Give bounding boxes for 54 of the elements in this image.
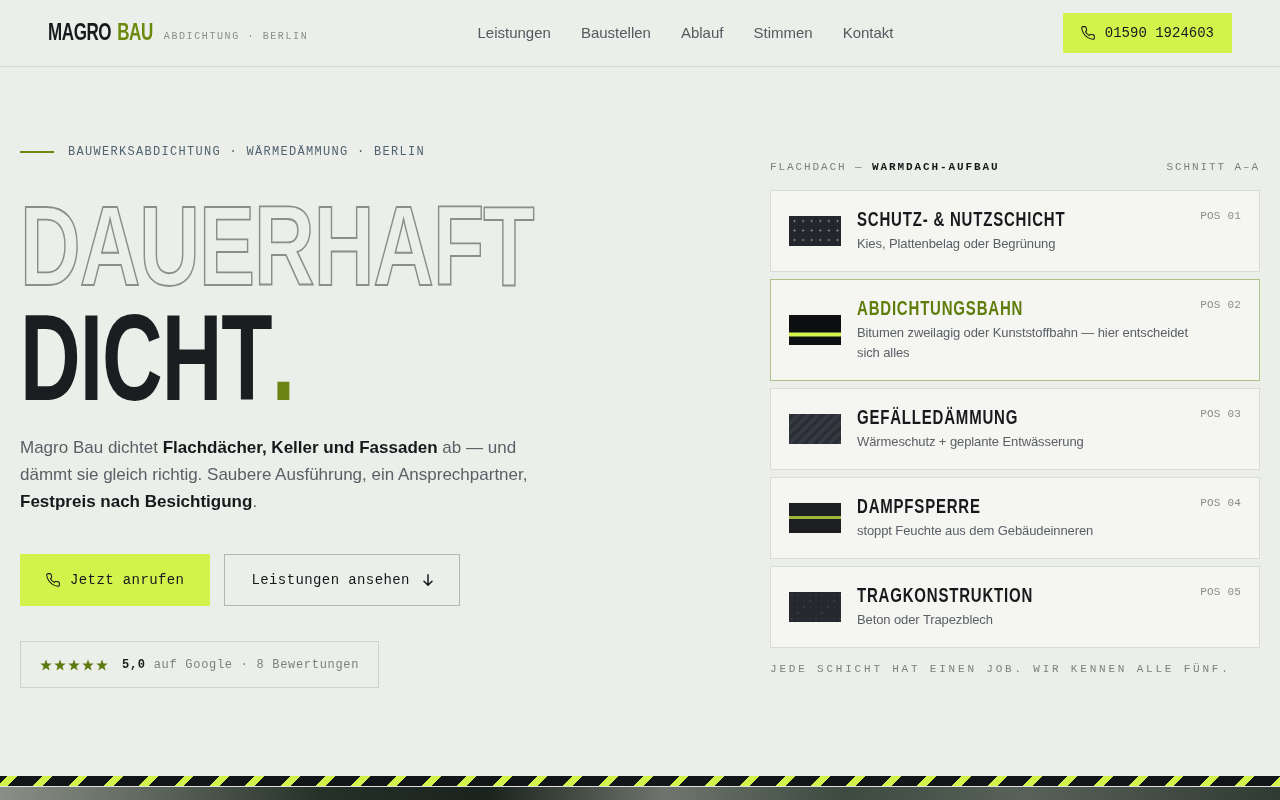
layer-card[interactable]: ABDICHTUNGSBAHN Bitumen zweilagig oder Kunststoffbahn — hier entscheidet sich alles POS 02: [770, 279, 1260, 381]
layer-card[interactable]: TRAGKONSTRUKTION Beton oder Trapezblech POS 05: [770, 566, 1260, 648]
star-icon: [96, 658, 108, 671]
logo-tagline: ABDICHTUNG · BERLIN: [163, 30, 309, 43]
layer-swatch-icon: [789, 592, 841, 622]
layer-description: Wärmeschutz + geplante Entwässerung: [857, 433, 1085, 451]
layer-card[interactable]: GEFÄLLEDÄMMUNG Wärmeschutz + geplante Entwässerung POS 03: [770, 388, 1260, 470]
rating-score: 5,0: [122, 657, 146, 672]
star-icon: [54, 658, 66, 671]
services-button[interactable]: Leistungen ansehen: [224, 554, 460, 606]
layer-swatch-icon: [789, 216, 841, 246]
layer-card[interactable]: SCHUTZ- & NUTZSCHICHT Kies, Plattenbelag oder Begrünung POS 01: [770, 190, 1260, 272]
layer-description: Bitumen zweilagig oder Kunststoffbahn — hier entscheidet sich alles: [857, 324, 1189, 362]
layer-description: stoppt Feuchte aus dem Gebäudeinneren: [857, 522, 1095, 540]
arrow-down-icon: [422, 574, 433, 586]
section-label: SCHNITT A–A: [1166, 160, 1260, 174]
layer-title: SCHUTZ- & NUTZSCHICHT: [857, 208, 1066, 229]
headline-solid: DICHT: [20, 309, 272, 408]
section-note: JEDE SCHICHT HAT EINEN JOB. WIR KENNEN ALLE FÜNF.: [770, 662, 1232, 676]
phone-icon: [46, 573, 60, 587]
phone-icon: [1080, 26, 1095, 40]
intro-text: Magro Bau dichtet Flachdächer, Keller und Fassaden ab — und dämmt sie gleich richtig. Saubere Ausführung, ein Ansprechpartner, Festpreis nach Besichtigung.: [20, 437, 529, 513]
layer-title: DAMPFSPERRE: [857, 495, 981, 516]
nav-link[interactable]: Baustellen: [580, 23, 651, 43]
rating-detail: auf Google · 8 Bewertungen: [153, 657, 360, 672]
layer-description: Kies, Plattenbelag oder Begrünung: [857, 235, 1057, 253]
star-icon: [40, 658, 52, 671]
nav-link[interactable]: Kontakt: [842, 23, 894, 43]
call-button[interactable]: Jetzt anrufen: [20, 554, 211, 606]
nav-link[interactable]: Leistungen: [477, 23, 551, 43]
eyebrow-text: BAUWERKSABDICHTUNG · WÄRMEDÄMMUNG · BERLIN: [68, 144, 426, 160]
layer-title: TRAGKONSTRUKTION: [857, 584, 1034, 605]
layer-position: POS 02: [1200, 298, 1241, 312]
section-title: FLACHDACH — WARMDACH-AUFBAU: [770, 160, 1000, 174]
logo-text: MAGRO: [48, 19, 112, 47]
layer-card[interactable]: DAMPFSPERRE stoppt Feuchte aus dem Gebäudeinneren POS 04: [770, 477, 1260, 559]
layer-title: GEFÄLLEDÄMMUNG: [857, 406, 1019, 427]
layer-position: POS 04: [1200, 496, 1241, 510]
layer-position: POS 03: [1200, 407, 1241, 421]
layer-swatch-icon: [789, 503, 841, 533]
nav-link[interactable]: Ablauf: [680, 23, 724, 43]
logo-accent: BAU: [117, 19, 153, 47]
layer-description: Beton oder Trapezblech: [857, 611, 994, 629]
nav-link[interactable]: Stimmen: [753, 23, 813, 43]
headline-period: .: [271, 309, 294, 408]
phone-button[interactable]: 01590 1924603: [1062, 13, 1232, 53]
star-icon: [68, 658, 80, 671]
star-icon: [82, 658, 94, 671]
layer-swatch-icon: [789, 414, 841, 444]
layer-position: POS 05: [1200, 585, 1241, 599]
headline-outline: DAUERHAFT: [20, 201, 534, 292]
layer-swatch-icon: [789, 315, 841, 345]
layer-position: POS 01: [1200, 209, 1241, 223]
layer-title: ABDICHTUNGSBAHN: [857, 297, 1024, 318]
